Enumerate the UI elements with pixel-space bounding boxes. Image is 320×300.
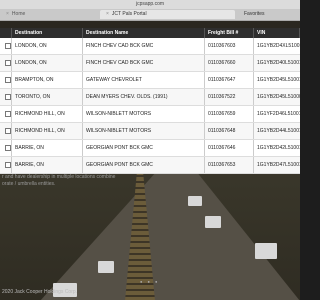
row-select-cell (0, 55, 12, 71)
freight-bill-cell: 0110367646 (205, 140, 254, 156)
freight-bill-cell: 0110367522 (205, 89, 254, 105)
freight-bill-cell: 0110367653 (205, 157, 254, 173)
destination-cell: BARRIE, ON (12, 140, 83, 156)
destination-name-cell: GATEWAY CHEVROLET (83, 72, 205, 88)
browser-tab-bar: × Home × JCT Pals Portal Favorites (0, 9, 300, 21)
destination-cell: BRAMPTON, ON (12, 72, 83, 88)
vin-cell: 1G1YB2D45L5100153 (257, 77, 300, 83)
table-row[interactable]: BRAMPTON, ON GATEWAY CHEVROLET 0110367647 1… (0, 72, 300, 89)
truck (98, 261, 114, 273)
table-row[interactable]: BARRIE, ON GEORGIAN PONT BCK GMC 011036764… (0, 140, 300, 157)
row-checkbox[interactable] (5, 59, 11, 66)
freight-bill-cell: 0110367659 (205, 106, 254, 122)
row-checkbox[interactable] (5, 144, 11, 151)
vin-cell: 1G1YB2D42L5100170 (257, 145, 300, 151)
row-checkbox[interactable] (5, 76, 11, 83)
column-header[interactable]: VIN (254, 28, 300, 38)
destination-cell: LONDON, ON (12, 38, 83, 54)
vin-cell: 1G1YB2D44L5100199 (257, 128, 300, 134)
row-checkbox[interactable] (5, 93, 11, 100)
row-checkbox[interactable] (5, 42, 11, 49)
row-select-cell (0, 140, 12, 156)
destination-cell: LONDON, ON (12, 55, 83, 71)
freight-bill-cell: 0110367647 (205, 72, 254, 88)
truck (205, 216, 221, 228)
tab-home[interactable]: × Home (0, 10, 100, 19)
freight-bill-cell: 0110367660 (205, 55, 254, 71)
vin-cell: 1G1YB2D40L5100151 (257, 60, 300, 66)
destination-name-cell: FINCH CHEV CAD BCK GMC (83, 55, 205, 71)
close-icon[interactable]: × (106, 11, 109, 17)
column-header[interactable]: Destination (12, 28, 83, 38)
truck (255, 243, 277, 259)
destination-name-cell: GEORGIAN PONT BCK GMC (83, 157, 205, 173)
row-select-cell (0, 38, 12, 54)
vin-cell: 1G1YF2D46L5100156 (257, 111, 300, 117)
destination-name-cell: GEORGIAN PONT BCK GMC (83, 140, 205, 156)
freight-bill-cell: 0110367603 (205, 38, 254, 54)
table-row[interactable]: RICHMOND HILL, ON WILSON-NIBLETT MOTORS 01… (0, 106, 300, 123)
table-row[interactable]: RICHMOND HILL, ON WILSON-NIBLETT MOTORS 01… (0, 123, 300, 140)
destination-cell: TORONTO, ON (12, 89, 83, 105)
destination-name-cell: DEAN MYERS CHEV. OLDS. (1991) (83, 89, 205, 105)
carousel-dots[interactable]: ● ● ● (140, 279, 159, 284)
destination-name-cell: WILSON-NIBLETT MOTORS (83, 106, 205, 122)
url-field[interactable]: jcpsapp.com (120, 1, 180, 8)
results-table: Destination Destination Name Freight Bil… (0, 28, 300, 174)
intro-text: r and have dealership in multiple locati… (2, 174, 116, 180)
vin-cell: 1G1YB2D4XL5100141 (257, 43, 300, 49)
destination-cell: RICHMOND HILL, ON (12, 106, 83, 122)
column-header[interactable]: Freight Bill # (205, 28, 254, 38)
truck (188, 196, 202, 206)
tab-label: Home (11, 11, 26, 17)
highway (40, 171, 300, 300)
table-row[interactable]: BARRIE, ON GEORGIAN PONT BCK GMC 011036765… (0, 157, 300, 174)
vin-cell: 1G1YB2D47L5100181 (257, 162, 300, 168)
row-select-cell (0, 123, 12, 139)
browser-address-bar: jcpsapp.com (0, 0, 300, 9)
tab-label: JCT Pals Portal (111, 11, 147, 17)
close-icon[interactable]: × (6, 11, 9, 17)
destination-name-cell: FINCH CHEV CAD BCK GMC (83, 38, 205, 54)
table-row[interactable]: TORONTO, ON DEAN MYERS CHEV. OLDS. (1991)… (0, 89, 300, 106)
row-checkbox[interactable] (5, 110, 11, 117)
tab-favorites[interactable]: Favorites (238, 10, 300, 19)
row-select-cell (0, 89, 12, 105)
table-row[interactable]: LONDON, ON FINCH CHEV CAD BCK GMC 01103676… (0, 55, 300, 72)
destination-name-cell: WILSON-NIBLETT MOTORS (83, 123, 205, 139)
destination-cell: BARRIE, ON (12, 157, 83, 173)
table-row[interactable]: LONDON, ON FINCH CHEV CAD BCK GMC 01103676… (0, 38, 300, 55)
vin-cell: 1G1YB2D45L5100054 (257, 94, 300, 100)
destination-cell: RICHMOND HILL, ON (12, 123, 83, 139)
intro-text: orate / umbrella entities. (2, 181, 56, 187)
column-header[interactable]: Destination Name (83, 28, 205, 38)
row-checkbox[interactable] (5, 127, 11, 134)
freight-bill-cell: 0110367648 (205, 123, 254, 139)
row-select-cell (0, 72, 12, 88)
row-select-cell (0, 106, 12, 122)
tab-label: Favorites (244, 11, 265, 17)
select-all-column (0, 28, 12, 38)
table-header: Destination Destination Name Freight Bil… (0, 28, 300, 38)
tab-jct-pals-portal[interactable]: × JCT Pals Portal (100, 10, 235, 19)
row-select-cell (0, 157, 12, 173)
copyright: 2020 Jack Cooper Holdings Corp. (2, 289, 78, 295)
row-checkbox[interactable] (5, 161, 11, 168)
